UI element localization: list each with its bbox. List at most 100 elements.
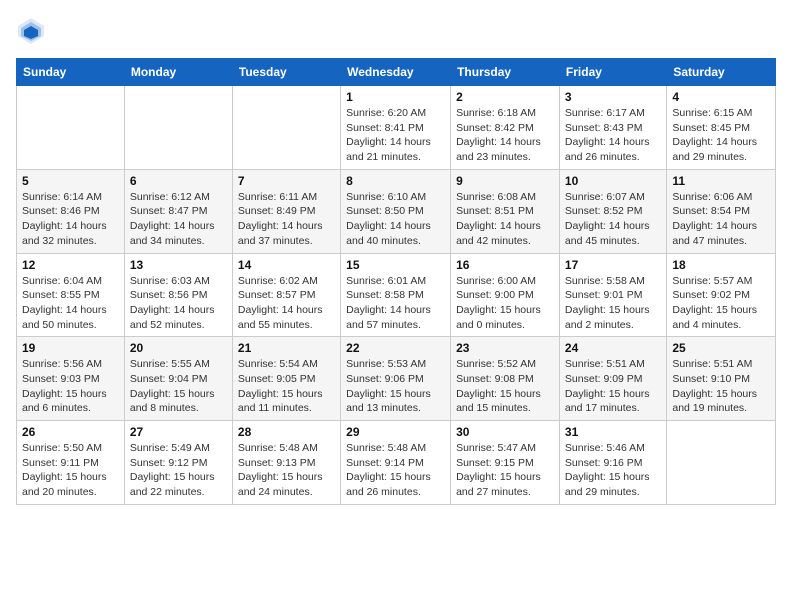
- day-number: 26: [22, 425, 119, 439]
- day-number: 8: [346, 174, 445, 188]
- calendar-cell: 21 Sunrise: 5:54 AM Sunset: 9:05 PM Dayli…: [232, 337, 340, 421]
- day-number: 20: [130, 341, 227, 355]
- day-number: 31: [565, 425, 661, 439]
- calendar-cell: [124, 86, 232, 170]
- calendar-cell: 15 Sunrise: 6:01 AM Sunset: 8:58 PM Dayli…: [341, 253, 451, 337]
- calendar-cell: 10 Sunrise: 6:07 AM Sunset: 8:52 PM Dayli…: [559, 169, 666, 253]
- header-cell-wednesday: Wednesday: [341, 59, 451, 86]
- calendar-cell: [667, 421, 776, 505]
- day-info: Sunrise: 5:48 AM Sunset: 9:14 PM Dayligh…: [346, 441, 445, 500]
- calendar-cell: [232, 86, 340, 170]
- calendar-cell: 8Sunrise: 6:10 AM Sunset: 8:50 PM Daylig…: [341, 169, 451, 253]
- day-info: Sunrise: 6:01 AM Sunset: 8:58 PM Dayligh…: [346, 274, 445, 333]
- calendar-cell: 3 Sunrise: 6:17 AM Sunset: 8:43 PM Daylig…: [559, 86, 666, 170]
- day-info: Sunrise: 6:15 AM Sunset: 8:45 PM Dayligh…: [672, 106, 770, 165]
- calendar-table: SundayMondayTuesdayWednesdayThursdayFrid…: [16, 58, 776, 505]
- day-number: 25: [672, 341, 770, 355]
- day-number: 13: [130, 258, 227, 272]
- calendar-cell: 5 Sunrise: 6:14 AM Sunset: 8:46 PM Daylig…: [17, 169, 125, 253]
- day-number: 18: [672, 258, 770, 272]
- calendar-cell: 23 Sunrise: 5:52 AM Sunset: 9:08 PM Dayli…: [451, 337, 560, 421]
- day-number: 30: [456, 425, 554, 439]
- day-info: Sunrise: 5:49 AM Sunset: 9:12 PM Dayligh…: [130, 441, 227, 500]
- day-number: 2: [456, 90, 554, 104]
- day-number: 14: [238, 258, 335, 272]
- day-number: 19: [22, 341, 119, 355]
- calendar-cell: 13 Sunrise: 6:03 AM Sunset: 8:56 PM Dayli…: [124, 253, 232, 337]
- day-info: Sunrise: 5:56 AM Sunset: 9:03 PM Dayligh…: [22, 357, 119, 416]
- day-number: 21: [238, 341, 335, 355]
- day-number: 23: [456, 341, 554, 355]
- calendar-cell: 27 Sunrise: 5:49 AM Sunset: 9:12 PM Dayli…: [124, 421, 232, 505]
- day-number: 17: [565, 258, 661, 272]
- day-info: Sunrise: 6:08 AM Sunset: 8:51 PM Dayligh…: [456, 190, 554, 249]
- week-row-4: 19 Sunrise: 5:56 AM Sunset: 9:03 PM Dayli…: [17, 337, 776, 421]
- day-info: Sunrise: 6:03 AM Sunset: 8:56 PM Dayligh…: [130, 274, 227, 333]
- day-number: 12: [22, 258, 119, 272]
- calendar-header: SundayMondayTuesdayWednesdayThursdayFrid…: [17, 59, 776, 86]
- day-number: 10: [565, 174, 661, 188]
- calendar-cell: 31 Sunrise: 5:46 AM Sunset: 9:16 PM Dayli…: [559, 421, 666, 505]
- header-cell-thursday: Thursday: [451, 59, 560, 86]
- day-info: Sunrise: 5:52 AM Sunset: 9:08 PM Dayligh…: [456, 357, 554, 416]
- week-row-2: 5 Sunrise: 6:14 AM Sunset: 8:46 PM Daylig…: [17, 169, 776, 253]
- calendar-cell: 2 Sunrise: 6:18 AM Sunset: 8:42 PM Daylig…: [451, 86, 560, 170]
- day-number: 7: [238, 174, 335, 188]
- calendar-cell: 11 Sunrise: 6:06 AM Sunset: 8:54 PM Dayli…: [667, 169, 776, 253]
- day-number: 27: [130, 425, 227, 439]
- calendar-cell: 29Sunrise: 5:48 AM Sunset: 9:14 PM Dayli…: [341, 421, 451, 505]
- day-number: 5: [22, 174, 119, 188]
- header-cell-sunday: Sunday: [17, 59, 125, 86]
- day-info: Sunrise: 5:51 AM Sunset: 9:09 PM Dayligh…: [565, 357, 661, 416]
- day-number: 11: [672, 174, 770, 188]
- calendar-cell: 7 Sunrise: 6:11 AM Sunset: 8:49 PM Daylig…: [232, 169, 340, 253]
- day-info: Sunrise: 5:46 AM Sunset: 9:16 PM Dayligh…: [565, 441, 661, 500]
- day-number: 1: [346, 90, 445, 104]
- calendar-cell: 28Sunrise: 5:48 AM Sunset: 9:13 PM Dayli…: [232, 421, 340, 505]
- header-row: SundayMondayTuesdayWednesdayThursdayFrid…: [17, 59, 776, 86]
- calendar-cell: 6Sunrise: 6:12 AM Sunset: 8:47 PM Daylig…: [124, 169, 232, 253]
- header-cell-monday: Monday: [124, 59, 232, 86]
- day-info: Sunrise: 5:50 AM Sunset: 9:11 PM Dayligh…: [22, 441, 119, 500]
- calendar-cell: 1 Sunrise: 6:20 AM Sunset: 8:41 PM Daylig…: [341, 86, 451, 170]
- day-info: Sunrise: 6:17 AM Sunset: 8:43 PM Dayligh…: [565, 106, 661, 165]
- day-number: 3: [565, 90, 661, 104]
- day-info: Sunrise: 6:06 AM Sunset: 8:54 PM Dayligh…: [672, 190, 770, 249]
- day-info: Sunrise: 6:11 AM Sunset: 8:49 PM Dayligh…: [238, 190, 335, 249]
- day-info: Sunrise: 5:55 AM Sunset: 9:04 PM Dayligh…: [130, 357, 227, 416]
- calendar-cell: 26 Sunrise: 5:50 AM Sunset: 9:11 PM Dayli…: [17, 421, 125, 505]
- calendar-cell: 18 Sunrise: 5:57 AM Sunset: 9:02 PM Dayli…: [667, 253, 776, 337]
- header-cell-tuesday: Tuesday: [232, 59, 340, 86]
- logo: [16, 16, 50, 46]
- calendar-cell: 25 Sunrise: 5:51 AM Sunset: 9:10 PM Dayli…: [667, 337, 776, 421]
- day-info: Sunrise: 6:18 AM Sunset: 8:42 PM Dayligh…: [456, 106, 554, 165]
- day-number: 15: [346, 258, 445, 272]
- calendar-cell: 20 Sunrise: 5:55 AM Sunset: 9:04 PM Dayli…: [124, 337, 232, 421]
- day-info: Sunrise: 6:14 AM Sunset: 8:46 PM Dayligh…: [22, 190, 119, 249]
- header-cell-friday: Friday: [559, 59, 666, 86]
- calendar-cell: 22 Sunrise: 5:53 AM Sunset: 9:06 PM Dayli…: [341, 337, 451, 421]
- calendar-cell: [17, 86, 125, 170]
- day-number: 16: [456, 258, 554, 272]
- day-info: Sunrise: 5:54 AM Sunset: 9:05 PM Dayligh…: [238, 357, 335, 416]
- day-info: Sunrise: 6:07 AM Sunset: 8:52 PM Dayligh…: [565, 190, 661, 249]
- day-number: 22: [346, 341, 445, 355]
- day-info: Sunrise: 5:51 AM Sunset: 9:10 PM Dayligh…: [672, 357, 770, 416]
- calendar-cell: 16Sunrise: 6:00 AM Sunset: 9:00 PM Dayli…: [451, 253, 560, 337]
- week-row-5: 26 Sunrise: 5:50 AM Sunset: 9:11 PM Dayli…: [17, 421, 776, 505]
- page-header: [16, 16, 776, 46]
- header-cell-saturday: Saturday: [667, 59, 776, 86]
- day-info: Sunrise: 5:53 AM Sunset: 9:06 PM Dayligh…: [346, 357, 445, 416]
- logo-icon: [16, 16, 46, 46]
- calendar-cell: 19 Sunrise: 5:56 AM Sunset: 9:03 PM Dayli…: [17, 337, 125, 421]
- day-number: 6: [130, 174, 227, 188]
- week-row-1: 1 Sunrise: 6:20 AM Sunset: 8:41 PM Daylig…: [17, 86, 776, 170]
- day-info: Sunrise: 5:57 AM Sunset: 9:02 PM Dayligh…: [672, 274, 770, 333]
- day-info: Sunrise: 6:20 AM Sunset: 8:41 PM Dayligh…: [346, 106, 445, 165]
- calendar-cell: 24Sunrise: 5:51 AM Sunset: 9:09 PM Dayli…: [559, 337, 666, 421]
- day-info: Sunrise: 5:58 AM Sunset: 9:01 PM Dayligh…: [565, 274, 661, 333]
- day-number: 4: [672, 90, 770, 104]
- week-row-3: 12Sunrise: 6:04 AM Sunset: 8:55 PM Dayli…: [17, 253, 776, 337]
- calendar-body: 1 Sunrise: 6:20 AM Sunset: 8:41 PM Daylig…: [17, 86, 776, 505]
- day-info: Sunrise: 5:47 AM Sunset: 9:15 PM Dayligh…: [456, 441, 554, 500]
